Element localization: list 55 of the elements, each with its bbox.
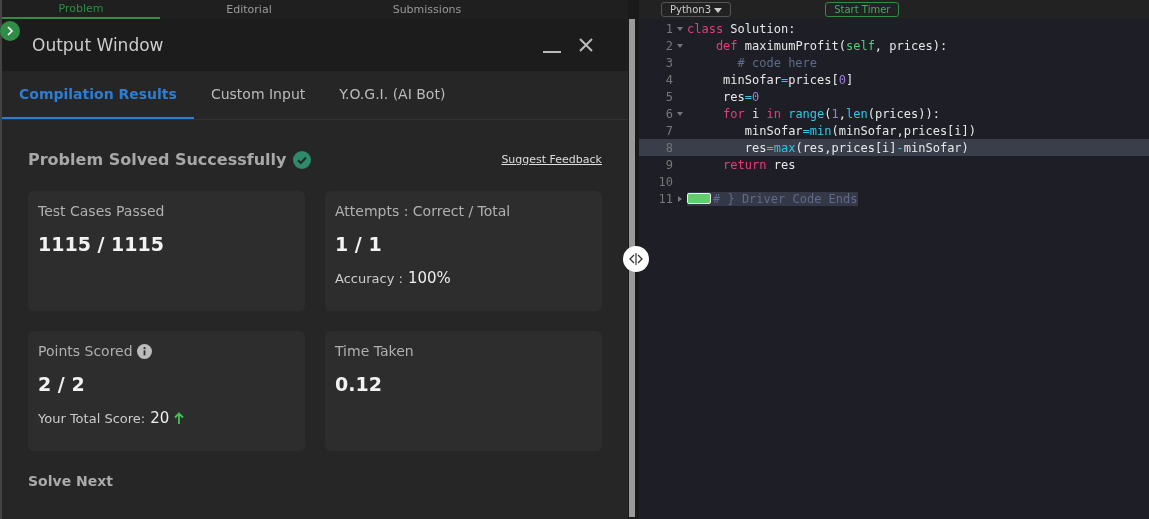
info-icon[interactable] [136, 343, 152, 359]
fold-icon[interactable] [677, 26, 683, 31]
caret-icon [714, 8, 723, 13]
card-sub-label: Your Total Score: [38, 410, 146, 426]
fold-icon[interactable] [677, 111, 683, 116]
output-tab[interactable]: Compilation Results [2, 71, 194, 119]
top-tab[interactable]: Editorial [160, 0, 338, 19]
code-line: for i in range(1,len(prices)): [722, 106, 940, 121]
code-line: res=max(res,prices[i]-minSofar) [743, 140, 969, 155]
output-tab[interactable]: Custom Input [193, 71, 323, 119]
window-title: Output Window [32, 35, 165, 55]
line-number: 1 [664, 21, 673, 36]
line-number: 10 [657, 174, 673, 189]
line-number: 11 [657, 191, 673, 206]
line-number: 3 [664, 55, 673, 70]
card-sub-value: 100% [407, 269, 451, 287]
code-line: # code here [736, 55, 818, 70]
code-line: minSofar=prices[0] [722, 72, 854, 87]
language-dropdown[interactable]: Python3 [661, 2, 732, 17]
line-number: 7 [664, 123, 673, 138]
fold-icon[interactable] [678, 195, 682, 202]
scrollbar-thumb[interactable] [629, 19, 635, 517]
card-value: 1115 / 1115 [38, 233, 165, 255]
fold-icon[interactable] [677, 43, 683, 48]
code-line: return res [722, 157, 796, 172]
status-heading: Problem Solved Successfully [28, 150, 287, 169]
close-icon[interactable] [578, 37, 594, 53]
card-sub-label: Accuracy : [335, 270, 403, 286]
line-number: 8 [664, 140, 673, 155]
code-line: minSofar=min(minSofar,prices[i]) [743, 123, 976, 138]
check-icon [293, 150, 312, 169]
line-number: 4 [664, 72, 673, 87]
code-line: res=0 [722, 89, 760, 104]
card-value: 2 / 2 [38, 373, 86, 395]
line-number: 6 [664, 106, 673, 121]
card-title: Attempts : Correct / Total [335, 203, 511, 219]
output-tab[interactable]: Y.O.G.I. (AI Bot) [322, 71, 463, 119]
card-value: 1 / 1 [335, 233, 383, 255]
line-number: 9 [664, 157, 673, 172]
card-title: Test Cases Passed [38, 203, 165, 219]
card-value: 0.12 [335, 373, 383, 395]
timer-button[interactable]: Start Timer [825, 2, 900, 17]
section-heading: Solve Next [28, 473, 114, 489]
card-title: Time Taken [335, 343, 414, 359]
top-tab[interactable]: Submissions [338, 0, 516, 19]
code-line: class Solution: [687, 21, 796, 36]
line-number: 2 [664, 38, 673, 53]
line-number: 5 [664, 89, 673, 104]
collapsed-marker-icon[interactable] [687, 193, 711, 204]
code-line: def maximumProfit(self, prices): [714, 38, 948, 53]
card-title: Points Scored [38, 343, 133, 359]
expand-icon[interactable] [0, 21, 20, 41]
feedback-link[interactable]: Suggest Feedback [501, 153, 602, 166]
code-line: # } Driver Code Ends [713, 191, 858, 206]
card-sub-value: 20 [150, 409, 170, 427]
